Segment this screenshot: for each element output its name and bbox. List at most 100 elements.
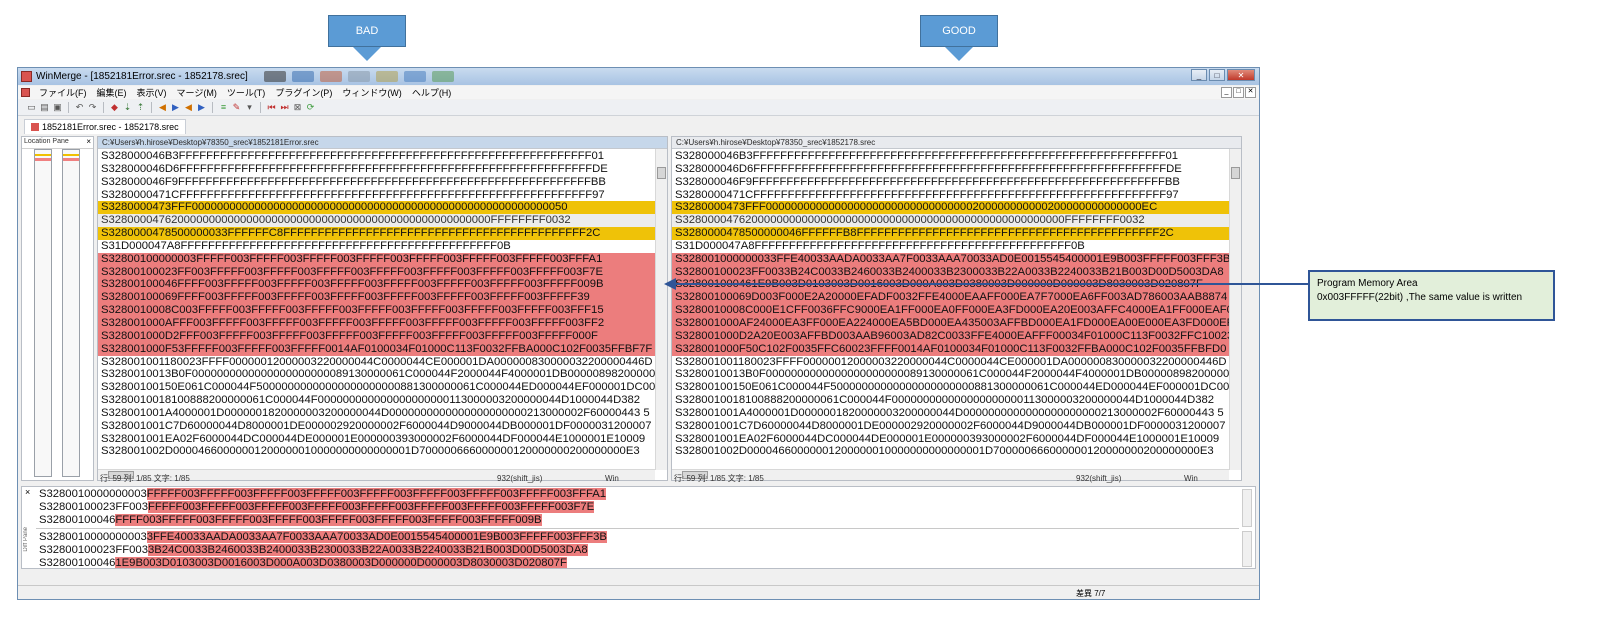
left-vertical-scrollbar[interactable] — [655, 149, 667, 470]
text-line[interactable]: S3280010008C003FFFFF003FFFFF003FFFFF003F… — [98, 304, 655, 317]
menu-edit[interactable]: 編集(E) — [92, 86, 132, 99]
location-bar-right[interactable] — [62, 149, 80, 477]
text-line[interactable]: S328001001EA02F6000044DC000044DE000001E0… — [98, 432, 655, 446]
text-line[interactable]: S328001000AFFF003FFFFF003FFFFF003FFFFF00… — [98, 316, 655, 330]
text-line[interactable]: S328000046B3FFFFFFFFFFFFFFFFFFFFFFFFFFFF… — [672, 150, 1229, 163]
menu-plugins[interactable]: プラグイン(P) — [270, 86, 337, 99]
text-line[interactable]: S328001000000033FFE40033AADA0033AA7F0033… — [672, 252, 1229, 266]
text-line[interactable]: S328001001180023FFFF00000012000003220000… — [672, 355, 1229, 369]
diff-line[interactable]: S32800100046FFFF003FFFFF003FFFFF003FFFFF… — [36, 513, 606, 527]
text-line[interactable]: S328001001EA02F6000044DC000044DE000001E0… — [672, 432, 1229, 446]
diff-line[interactable]: S328001000461E9B003D0103003D0016003D000A… — [36, 556, 607, 568]
copy-all-left-icon[interactable]: ◀ — [183, 102, 194, 113]
minimize-button[interactable]: _ — [1191, 69, 1207, 81]
text-line[interactable]: S3280000478500000046FFFFFFB8FFFFFFFFFFFF… — [672, 227, 1229, 240]
left-file-pane[interactable]: C:¥Users¥h.hirose¥Desktop¥78350_srec¥185… — [97, 136, 668, 481]
text-line[interactable]: S328000047620000000000000000000000000000… — [672, 214, 1229, 228]
copy-left-icon[interactable]: ◀ — [157, 102, 168, 113]
text-line[interactable]: S328001001C7D60000044D8000001DE000002920… — [672, 419, 1229, 433]
document-tab[interactable]: 1852181Error.srec - 1852178.srec — [24, 119, 186, 134]
menu-file[interactable]: ファイル(F) — [34, 86, 92, 99]
text-line[interactable]: S3280010018100888200000061C000044F000000… — [98, 394, 655, 407]
filter-icon[interactable]: ◆ — [109, 102, 120, 113]
text-line[interactable]: S3280010013B0F00000000000000000000000891… — [98, 368, 655, 382]
text-line[interactable]: S3280010008C000E1CFF0036FFC9000EA1FF000E… — [672, 304, 1229, 317]
right-text-lines[interactable]: S328000046B3FFFFFFFFFFFFFFFFFFFFFFFFFFFF… — [672, 150, 1229, 459]
text-line[interactable]: S328001001A4000001D000000182000000320000… — [98, 406, 655, 420]
options-icon[interactable]: ✎ — [231, 102, 242, 113]
text-line[interactable]: S328001001A4000001D000000182000000320000… — [672, 406, 1229, 420]
text-line[interactable]: S32800100023FF0033B24C0033B2460033B24000… — [672, 265, 1229, 279]
menu-doc-icon[interactable] — [21, 88, 30, 97]
text-line[interactable]: S3280000471CFFFFFFFFFFFFFFFFFFFFFFFFFFFF… — [672, 188, 1229, 202]
text-line[interactable]: S32800100069FFFF003FFFFF003FFFFF003FFFFF… — [98, 291, 655, 305]
diff-pane-left-lines[interactable]: S3280010000000003FFFFF003FFFFF003FFFFF00… — [36, 488, 607, 527]
menu-view[interactable]: 表示(V) — [132, 86, 172, 99]
diff-line[interactable]: S3280010000000003FFFFF003FFFFF003FFFFF00… — [36, 488, 607, 501]
maximize-button[interactable]: □ — [1209, 69, 1225, 81]
refresh-icon[interactable]: ⟳ — [305, 102, 316, 113]
menu-help[interactable]: ヘルプ(H) — [407, 86, 457, 99]
right-vscroll-thumb[interactable] — [1231, 167, 1240, 179]
text-line[interactable]: S3280000473FFF00000000000000000000000000… — [672, 201, 1229, 215]
text-line[interactable]: S328001000D2FFF003FFFFF003FFFFF003FFFFF0… — [98, 329, 655, 343]
text-line[interactable]: S32800100069D003F000E2A20000EFADF0032FFE… — [672, 291, 1229, 305]
text-line[interactable]: S328001000F50C102F0035FFC60023FFFF0014AF… — [672, 342, 1229, 356]
undo-icon[interactable]: ↶ — [74, 102, 85, 113]
right-vertical-scrollbar[interactable] — [1229, 149, 1241, 470]
current-diff-icon[interactable]: ⊠ — [292, 102, 303, 113]
text-line[interactable]: S328000046F9FFFFFFFFFFFFFFFFFFFFFFFFFFFF… — [98, 175, 655, 189]
text-line[interactable]: S328000046F9FFFFFFFFFFFFFFFFFFFFFFFFFFFF… — [672, 175, 1229, 189]
text-line[interactable]: S328000046D6FFFFFFFFFFFFFFFFFFFFFFFFFFFF… — [672, 162, 1229, 176]
mdi-minimize-button[interactable]: _ — [1221, 87, 1232, 98]
text-line[interactable]: S32800100046FFFF003FFFFF003FFFFF003FFFFF… — [98, 278, 655, 292]
mdi-restore-button[interactable]: □ — [1233, 87, 1244, 98]
copy-all-right-icon[interactable]: ▶ — [196, 102, 207, 113]
diff-pane-bottom-scrollbar[interactable] — [1242, 531, 1252, 567]
new-icon[interactable]: ▭ — [26, 102, 37, 113]
prev-diff-icon[interactable]: ⇡ — [135, 102, 146, 113]
text-line[interactable]: S3280000473FFF00000000000000000000000000… — [98, 201, 655, 215]
text-line[interactable]: S328001001180023FFFF00000012000003220000… — [98, 355, 655, 369]
title-bar[interactable]: WinMerge - [1852181Error.srec - 1852178.… — [18, 68, 1259, 85]
text-line[interactable]: S32800100023FF003FFFFF003FFFFF003FFFFF00… — [98, 265, 655, 279]
open-icon[interactable]: ▤ — [39, 102, 50, 113]
text-line[interactable]: S3280010018100888200000061C000044F000000… — [672, 394, 1229, 407]
close-button[interactable]: ✕ — [1227, 69, 1255, 81]
dropdown-icon[interactable]: ▾ — [244, 102, 255, 113]
text-line[interactable]: S328001002D00004660000001200000010000000… — [672, 445, 1229, 459]
left-text-lines[interactable]: S328000046B3FFFFFFFFFFFFFFFFFFFFFFFFFFFF… — [98, 150, 655, 459]
copy-right-icon[interactable]: ▶ — [170, 102, 181, 113]
mdi-close-button[interactable]: ✕ — [1245, 87, 1256, 98]
text-line[interactable]: S32800100150E061C000044F5000000000000000… — [672, 381, 1229, 395]
left-vscroll-thumb[interactable] — [657, 167, 666, 179]
right-file-pane[interactable]: C:¥Users¥h.hirose¥Desktop¥78350_srec¥185… — [671, 136, 1242, 481]
diff-pane-close-icon[interactable]: × — [25, 487, 30, 497]
text-line[interactable]: S32800100150E061C000044F5000000000000000… — [98, 381, 655, 395]
text-line[interactable]: S3280000471CFFFFFFFFFFFFFFFFFFFFFFFFFFFF… — [98, 188, 655, 202]
text-line[interactable]: S31D000047A8FFFFFFFFFFFFFFFFFFFFFFFFFFFF… — [98, 239, 655, 253]
last-diff-icon[interactable]: ⏭ — [279, 102, 290, 113]
diff-pane-top-scrollbar[interactable] — [1242, 489, 1252, 527]
save-icon[interactable]: ▣ — [52, 102, 63, 113]
text-line[interactable]: S3280010013B0F00000000000000000000000891… — [672, 368, 1229, 382]
next-diff-icon[interactable]: ⇣ — [122, 102, 133, 113]
text-line[interactable]: S328001000D2A20E003AFFBD003AAB96003AD82C… — [672, 329, 1229, 343]
text-line[interactable]: S328001000AF24000EA3FF000EA224000EA5BD00… — [672, 316, 1229, 330]
diff-pane-right-lines[interactable]: S32800100000000033FFE40033AADA0033AA7F00… — [36, 531, 607, 568]
text-line[interactable]: S328000046B3FFFFFFFFFFFFFFFFFFFFFFFFFFFF… — [98, 150, 655, 163]
text-line[interactable]: S32800100000003FFFFF003FFFFF003FFFFF003F… — [98, 252, 655, 266]
diff-line[interactable]: S32800100000000033FFE40033AADA0033AA7F00… — [36, 531, 607, 544]
first-diff-icon[interactable]: ⏮ — [266, 102, 277, 113]
text-line[interactable]: S328000046D6FFFFFFFFFFFFFFFFFFFFFFFFFFFF… — [98, 162, 655, 176]
text-line[interactable]: S328001002D00004660000001200000010000000… — [98, 445, 655, 459]
redo-icon[interactable]: ↷ — [87, 102, 98, 113]
text-line[interactable]: S3280000478500000033FFFFFFC8FFFFFFFFFFFF… — [98, 227, 655, 240]
menu-window[interactable]: ウィンドウ(W) — [337, 86, 407, 99]
text-line[interactable]: S328001001C7D60000044D8000001DE000002920… — [98, 419, 655, 433]
diff-line[interactable]: S32800100023FF0033B24C0033B2460033B24000… — [36, 543, 607, 557]
text-line[interactable]: S328001000F53FFFFF003FFFFF003FFFFF0014AF… — [98, 342, 655, 356]
text-line[interactable]: S31D000047A8FFFFFFFFFFFFFFFFFFFFFFFFFFFF… — [672, 239, 1229, 253]
menu-tools[interactable]: ツール(T) — [222, 86, 271, 99]
location-bar-left[interactable] — [34, 149, 52, 477]
